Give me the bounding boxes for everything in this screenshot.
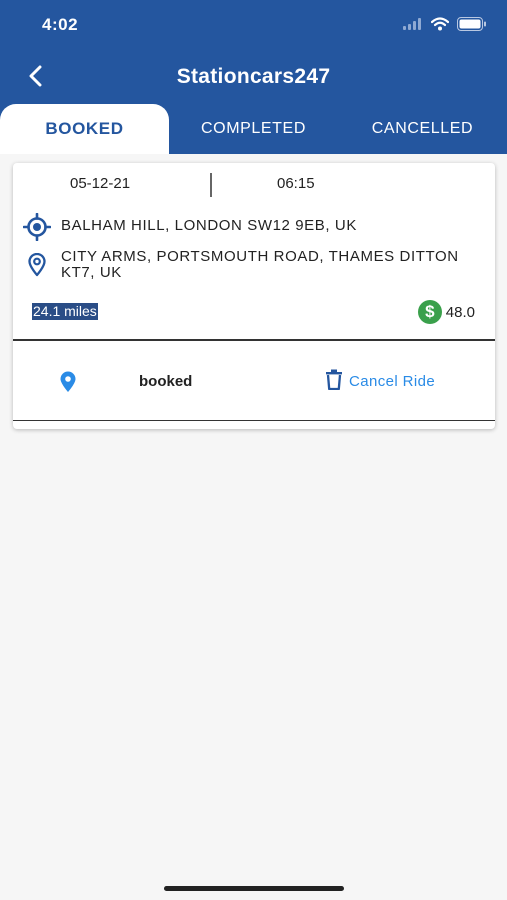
status-time: 4:02	[42, 15, 79, 34]
fare-amount: 48.0	[445, 303, 475, 321]
ride-status: booked	[139, 373, 193, 390]
datetime-divider	[210, 173, 212, 197]
location-pin-icon	[59, 371, 77, 398]
cancel-ride-button[interactable]: Cancel Ride	[325, 369, 435, 393]
card-bottom-divider	[13, 420, 495, 421]
map-pin-icon	[27, 252, 47, 282]
status-bar: 4:02	[0, 0, 507, 50]
tab-booked[interactable]: BOOKED	[0, 104, 169, 154]
cancel-ride-label: Cancel Ride	[349, 372, 436, 390]
card-divider	[13, 339, 495, 341]
battery-icon	[457, 16, 487, 36]
signal-icon	[403, 17, 423, 35]
pickup-address: BALHAM HILL, LONDON SW12 9EB, UK	[61, 217, 357, 234]
dollar-icon: $	[417, 300, 442, 324]
ride-time: 06:15	[277, 175, 315, 192]
tab-cancelled[interactable]: CANCELLED	[338, 104, 507, 154]
ride-card[interactable]: 05-12-21 06:15 BALHAM HILL, LONDON SW12 …	[13, 163, 495, 429]
nav-bar: Stationcars247	[0, 56, 507, 100]
trash-icon	[325, 369, 343, 394]
ride-datetime: 05-12-21 06:15	[13, 171, 495, 199]
ride-date: 05-12-21	[70, 175, 131, 192]
crosshair-icon	[22, 212, 52, 246]
tab-bar: BOOKED COMPLETED CANCELLED	[0, 104, 507, 154]
ride-distance: 24.1 miles	[32, 303, 98, 320]
home-indicator	[164, 886, 344, 891]
app-header: 4:02 Stationcars247 BOOKED COMPLETED CAN…	[0, 0, 507, 154]
wifi-icon	[430, 16, 450, 36]
dropoff-address: CITY ARMS, PORTSMOUTH ROAD, THAMES DITTO…	[61, 248, 459, 281]
ride-fare: $ 48.0	[417, 300, 475, 324]
status-icons	[403, 16, 487, 36]
tab-completed[interactable]: COMPLETED	[169, 104, 338, 154]
page-title: Stationcars247	[176, 65, 331, 88]
